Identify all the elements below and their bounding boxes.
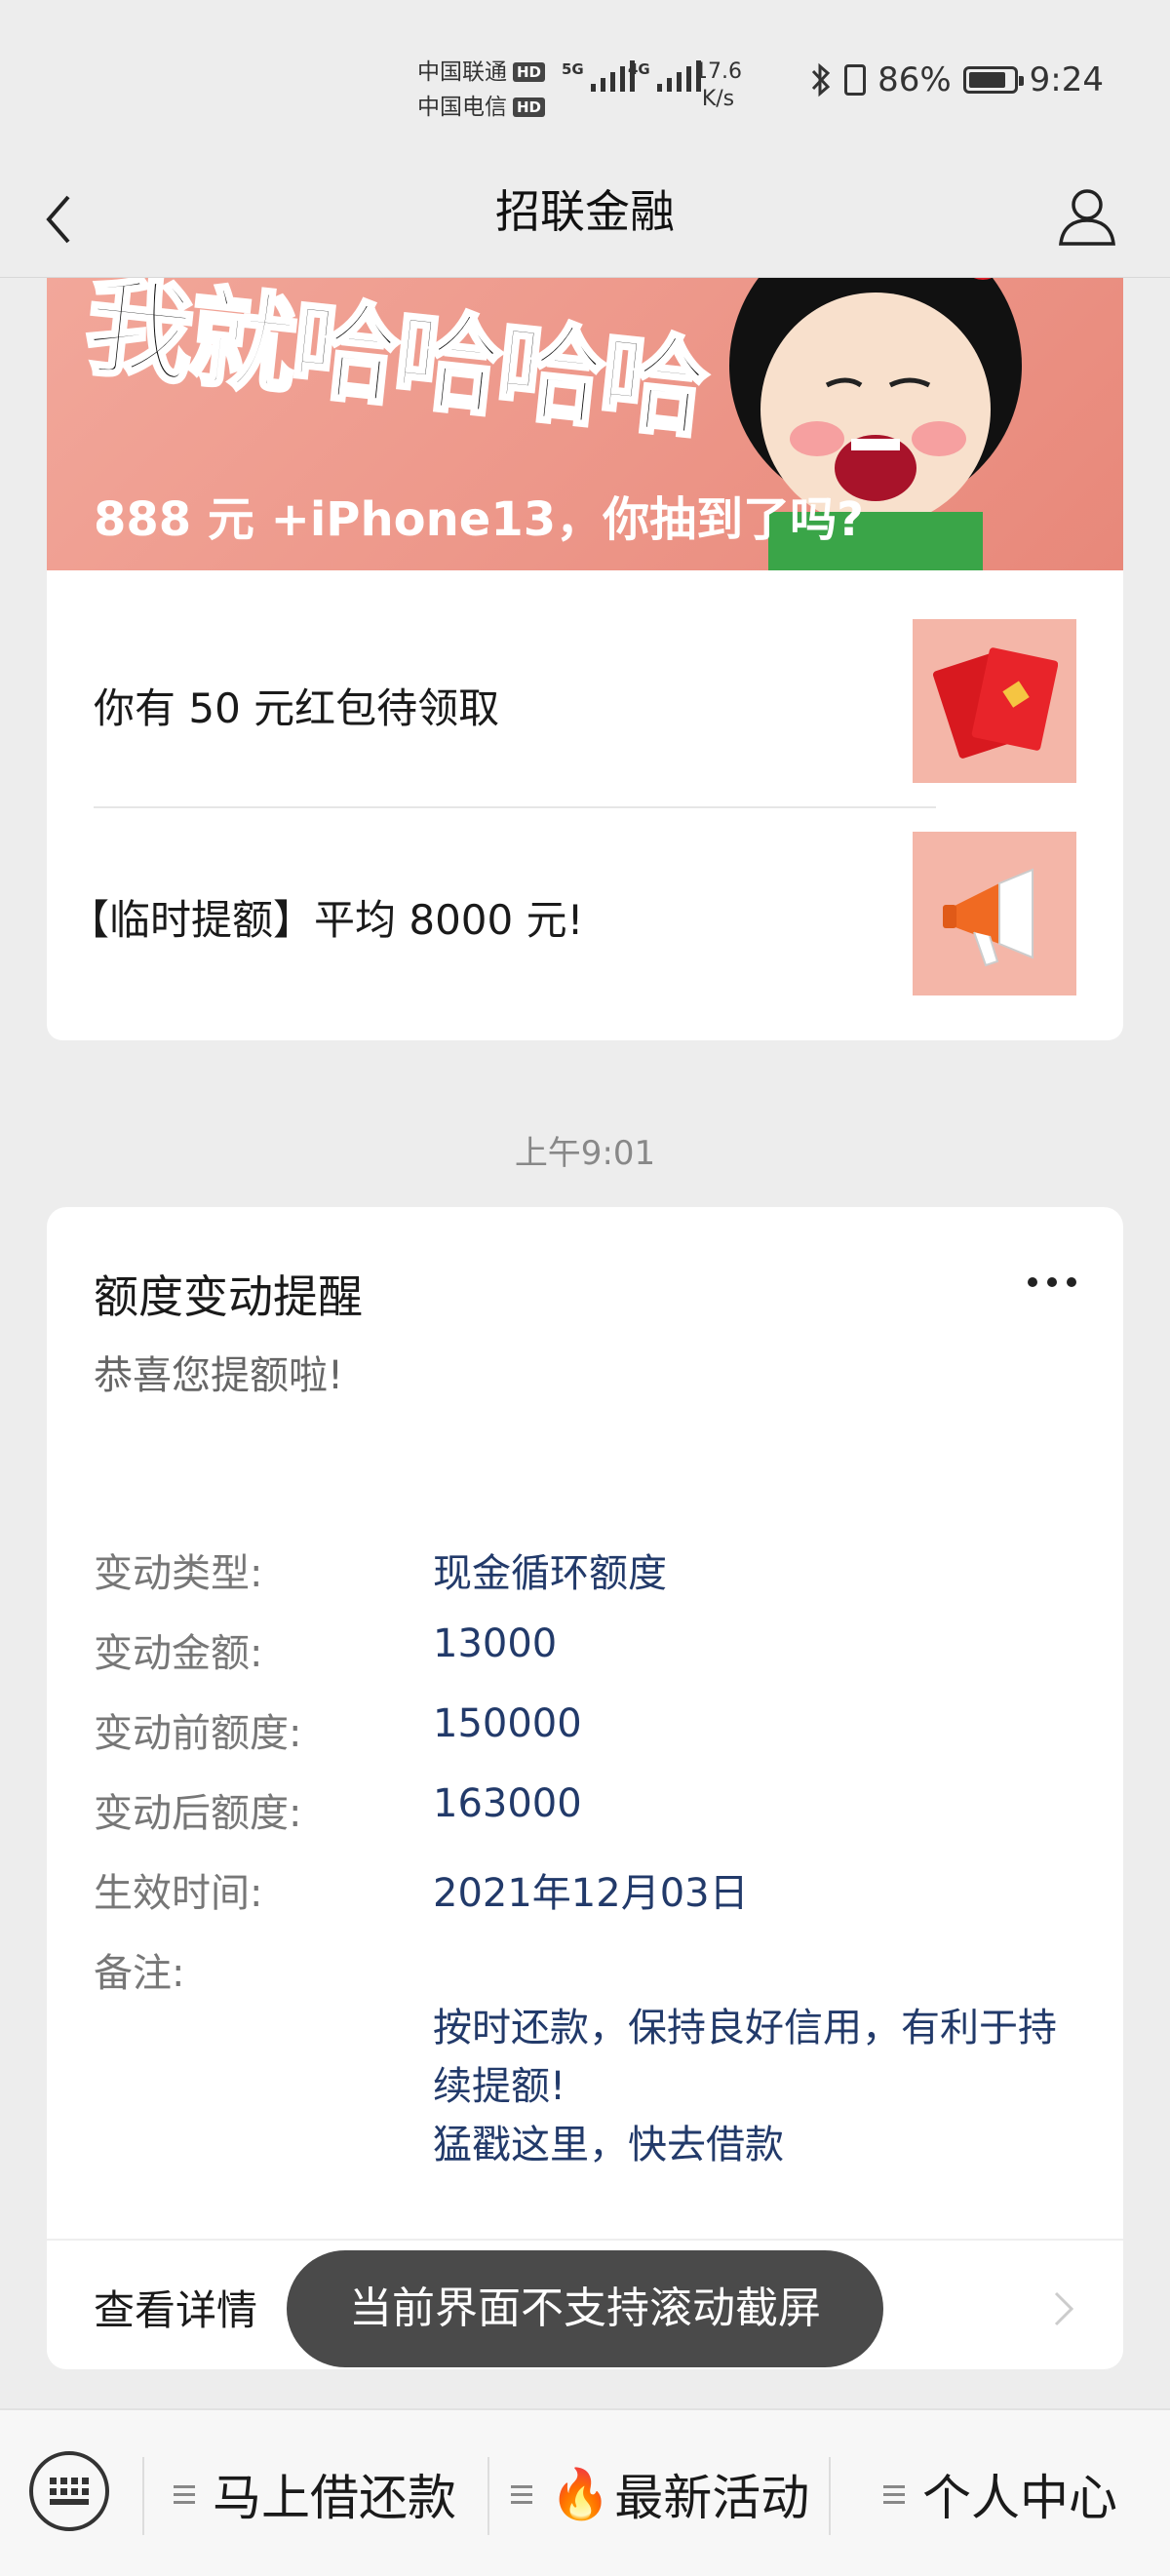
carrier-info: 中国联通 HD 中国电信 HD [417, 55, 546, 125]
menu-item-label: 最新活动 [614, 2470, 810, 2526]
menu-separator [829, 2457, 831, 2535]
menu-item-label: 个人中心 [922, 2470, 1117, 2526]
chevron-right-icon[interactable] [1051, 2289, 1076, 2328]
promo-card: 我就哈哈哈哈 888 元 +iPhone13，你抽到了吗? 你有 50 元红包待… [47, 278, 1123, 1040]
battery-fill [968, 72, 1006, 88]
more-options-icon[interactable] [1028, 1277, 1076, 1287]
red-envelope-icon[interactable] [913, 619, 1076, 783]
vibrate-icon [844, 64, 867, 96]
remark-line-1: 按时还款，保持良好信用，有利于持续提额! [433, 2006, 1057, 2109]
field-label: 变动类型: [94, 1551, 263, 1596]
field-value: 163000 [433, 1781, 582, 1826]
promo-banner[interactable]: 我就哈哈哈哈 888 元 +iPhone13，你抽到了吗? [47, 278, 1123, 570]
field-value: 2021年12月03日 [433, 1871, 749, 1916]
menu-separator [142, 2457, 144, 2535]
menu-list-icon [174, 2484, 195, 2504]
menu-item-latest-activity[interactable]: 🔥 最新活动 [511, 2445, 809, 2543]
view-details-link[interactable]: 查看详情 [94, 2278, 257, 2337]
field-value: 150000 [433, 1701, 582, 1746]
field-label: 生效时间: [94, 1871, 263, 1916]
banner-caption: 888 元 +iPhone13，你抽到了吗? [94, 492, 864, 547]
carrier-2: 中国电信 [417, 95, 507, 120]
signal-2-icon: 4G [628, 60, 701, 92]
field-label: 变动后额度: [94, 1791, 302, 1836]
promo-divider [94, 806, 936, 808]
field-label: 备注: [94, 1951, 185, 1996]
speed-value: 17.6 [694, 59, 742, 84]
hd-badge-1: HD [513, 62, 546, 82]
nav-bar: 招联金融 [0, 166, 1170, 278]
network-speed: 17.6 K/s [694, 59, 742, 113]
page-title: 招联金融 [495, 185, 675, 238]
remark-text: 按时还款，保持良好信用，有利于持续提额! 猛戳这里，快去借款 [433, 1999, 1057, 2174]
menu-separator [488, 2457, 489, 2535]
fire-icon: 🔥 [550, 2465, 611, 2522]
megaphone-icon[interactable] [913, 832, 1076, 995]
bottom-menu: 马上借还款 🔥 最新活动 个人中心 [0, 2408, 1170, 2576]
clock: 9:24 [1029, 60, 1104, 99]
message-timestamp: 上午9:01 [514, 1134, 656, 1173]
profile-icon[interactable] [1055, 183, 1119, 248]
banner-headline: 我就哈哈哈哈 [78, 278, 712, 454]
menu-list-icon [883, 2484, 905, 2504]
notification-subtitle: 恭喜您提额啦! [94, 1353, 344, 1398]
status-right: 86% 9:24 [809, 60, 1104, 99]
menu-list-icon [511, 2484, 532, 2504]
status-bar: 中国联通 HD 中国电信 HD 5G 4G 17.6 K/s 86% 9:24 [0, 0, 1170, 166]
menu-item-borrow-repay[interactable]: 马上借还款 [174, 2445, 456, 2543]
battery-percent: 86% [878, 60, 952, 99]
toast-message: 当前界面不支持滚动截屏 [287, 2250, 883, 2367]
promo-item-red-envelope[interactable]: 你有 50 元红包待领取 [94, 676, 499, 735]
menu-item-label: 马上借还款 [213, 2470, 456, 2526]
keyboard-icon[interactable] [29, 2451, 109, 2531]
field-value: 现金循环额度 [433, 1551, 667, 1596]
card-divider [47, 2239, 1123, 2241]
field-label: 变动前额度: [94, 1711, 302, 1756]
notification-card[interactable]: 额度变动提醒 恭喜您提额啦! 变动类型: 现金循环额度 变动金额: 13000 … [47, 1207, 1123, 2369]
bluetooth-icon [811, 62, 831, 98]
battery-icon [962, 66, 1024, 94]
field-label: 变动金额: [94, 1631, 263, 1676]
network-type-2: 4G [628, 60, 650, 78]
carrier-1: 中国联通 [417, 59, 507, 85]
network-type-1: 5G [562, 60, 584, 78]
signal-1-icon: 5G [562, 60, 635, 92]
hd-badge-2: HD [513, 98, 546, 117]
promo-item-limit-raise[interactable]: 【临时提额】平均 8000 元! [68, 887, 583, 947]
notification-title: 额度变动提醒 [94, 1270, 363, 1323]
borrow-link[interactable]: 猛戳这里，快去借款 [433, 2116, 1057, 2174]
speed-unit: K/s [701, 87, 735, 111]
field-value: 13000 [433, 1621, 558, 1666]
menu-item-personal-center[interactable]: 个人中心 [883, 2445, 1117, 2543]
